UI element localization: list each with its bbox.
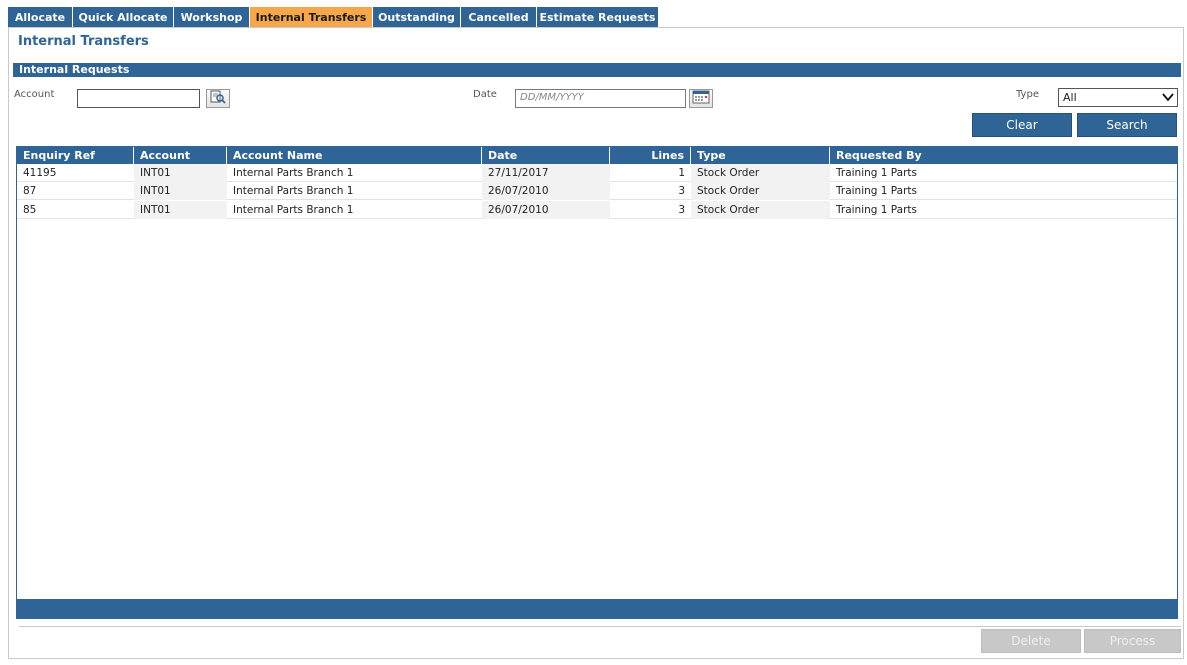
- process-button[interactable]: Process: [1084, 629, 1181, 653]
- requests-grid: Enquiry Ref Account Account Name Date Li…: [16, 146, 1178, 619]
- content-frame: Internal Transfers Internal Requests Acc…: [8, 27, 1184, 659]
- delete-button[interactable]: Delete: [981, 629, 1081, 653]
- cell-account-name: Internal Parts Branch 1: [233, 167, 354, 179]
- account-input[interactable]: [77, 89, 200, 108]
- grid-header: Enquiry Ref Account Account Name Date Li…: [17, 147, 1177, 164]
- tab-bar: Allocate Quick Allocate Workshop Interna…: [0, 0, 1187, 27]
- column-header-account-name[interactable]: Account Name: [227, 147, 482, 164]
- cell-lines: 1: [678, 167, 685, 179]
- tab-quick-allocate[interactable]: Quick Allocate: [73, 7, 174, 27]
- column-header-date[interactable]: Date: [482, 147, 610, 164]
- date-input[interactable]: DD/MM/YYYY: [515, 89, 686, 108]
- page-title: Internal Transfers: [18, 34, 149, 49]
- tab-cancelled[interactable]: Cancelled: [461, 7, 537, 27]
- tab-allocate[interactable]: Allocate: [8, 7, 73, 27]
- cell-date: 26/07/2010: [482, 201, 610, 219]
- search-document-icon: [210, 90, 226, 107]
- cell-type: Stock Order: [691, 164, 830, 182]
- cell-account: INT01: [134, 182, 227, 200]
- column-header-requested-by[interactable]: Requested By: [830, 147, 1177, 164]
- type-select[interactable]: All: [1058, 88, 1178, 107]
- cell-account-name: Internal Parts Branch 1: [233, 185, 354, 197]
- tab-workshop[interactable]: Workshop: [174, 7, 250, 27]
- cell-lines: 3: [678, 204, 685, 216]
- account-label: Account: [14, 89, 55, 100]
- tab-estimate-requests[interactable]: Estimate Requests: [537, 7, 659, 27]
- account-lookup-button[interactable]: [206, 89, 230, 108]
- cell-enquiry-ref: 87: [23, 185, 37, 197]
- type-select-value: All: [1063, 91, 1077, 104]
- cell-date: 26/07/2010: [482, 182, 610, 200]
- chevron-down-icon: [1162, 91, 1174, 106]
- column-header-enquiry-ref[interactable]: Enquiry Ref: [17, 147, 134, 164]
- grid-footer: [17, 599, 1177, 618]
- cell-account: INT01: [134, 201, 227, 219]
- cell-account-name: Internal Parts Branch 1: [233, 204, 354, 216]
- column-header-type[interactable]: Type: [691, 147, 830, 164]
- cell-requested-by: Training 1 Parts: [836, 185, 917, 197]
- table-row[interactable]: 85 INT01 Internal Parts Branch 1 26/07/2…: [17, 201, 1177, 219]
- table-row[interactable]: 41195 INT01 Internal Parts Branch 1 27/1…: [17, 164, 1177, 182]
- clear-button[interactable]: Clear: [972, 113, 1072, 137]
- calendar-icon: [692, 90, 710, 107]
- cell-enquiry-ref: 41195: [23, 167, 57, 179]
- section-header: Internal Requests: [13, 63, 1181, 77]
- date-label: Date: [473, 89, 497, 100]
- cell-account: INT01: [134, 164, 227, 182]
- date-picker-button[interactable]: [689, 89, 713, 108]
- tab-outstanding[interactable]: Outstanding: [373, 7, 461, 27]
- cell-type: Stock Order: [691, 201, 830, 219]
- type-label: Type: [1016, 89, 1039, 100]
- cell-requested-by: Training 1 Parts: [836, 204, 917, 216]
- cell-date: 27/11/2017: [482, 164, 610, 182]
- table-row[interactable]: 87 INT01 Internal Parts Branch 1 26/07/2…: [17, 182, 1177, 200]
- tab-internal-transfers[interactable]: Internal Transfers: [250, 7, 373, 27]
- cell-type: Stock Order: [691, 182, 830, 200]
- column-header-account[interactable]: Account: [134, 147, 227, 164]
- cell-requested-by: Training 1 Parts: [836, 167, 917, 179]
- cell-enquiry-ref: 85: [23, 204, 37, 216]
- divider: [19, 626, 1181, 627]
- cell-lines: 3: [678, 185, 685, 197]
- column-header-lines[interactable]: Lines: [610, 147, 691, 164]
- search-button[interactable]: Search: [1077, 113, 1177, 137]
